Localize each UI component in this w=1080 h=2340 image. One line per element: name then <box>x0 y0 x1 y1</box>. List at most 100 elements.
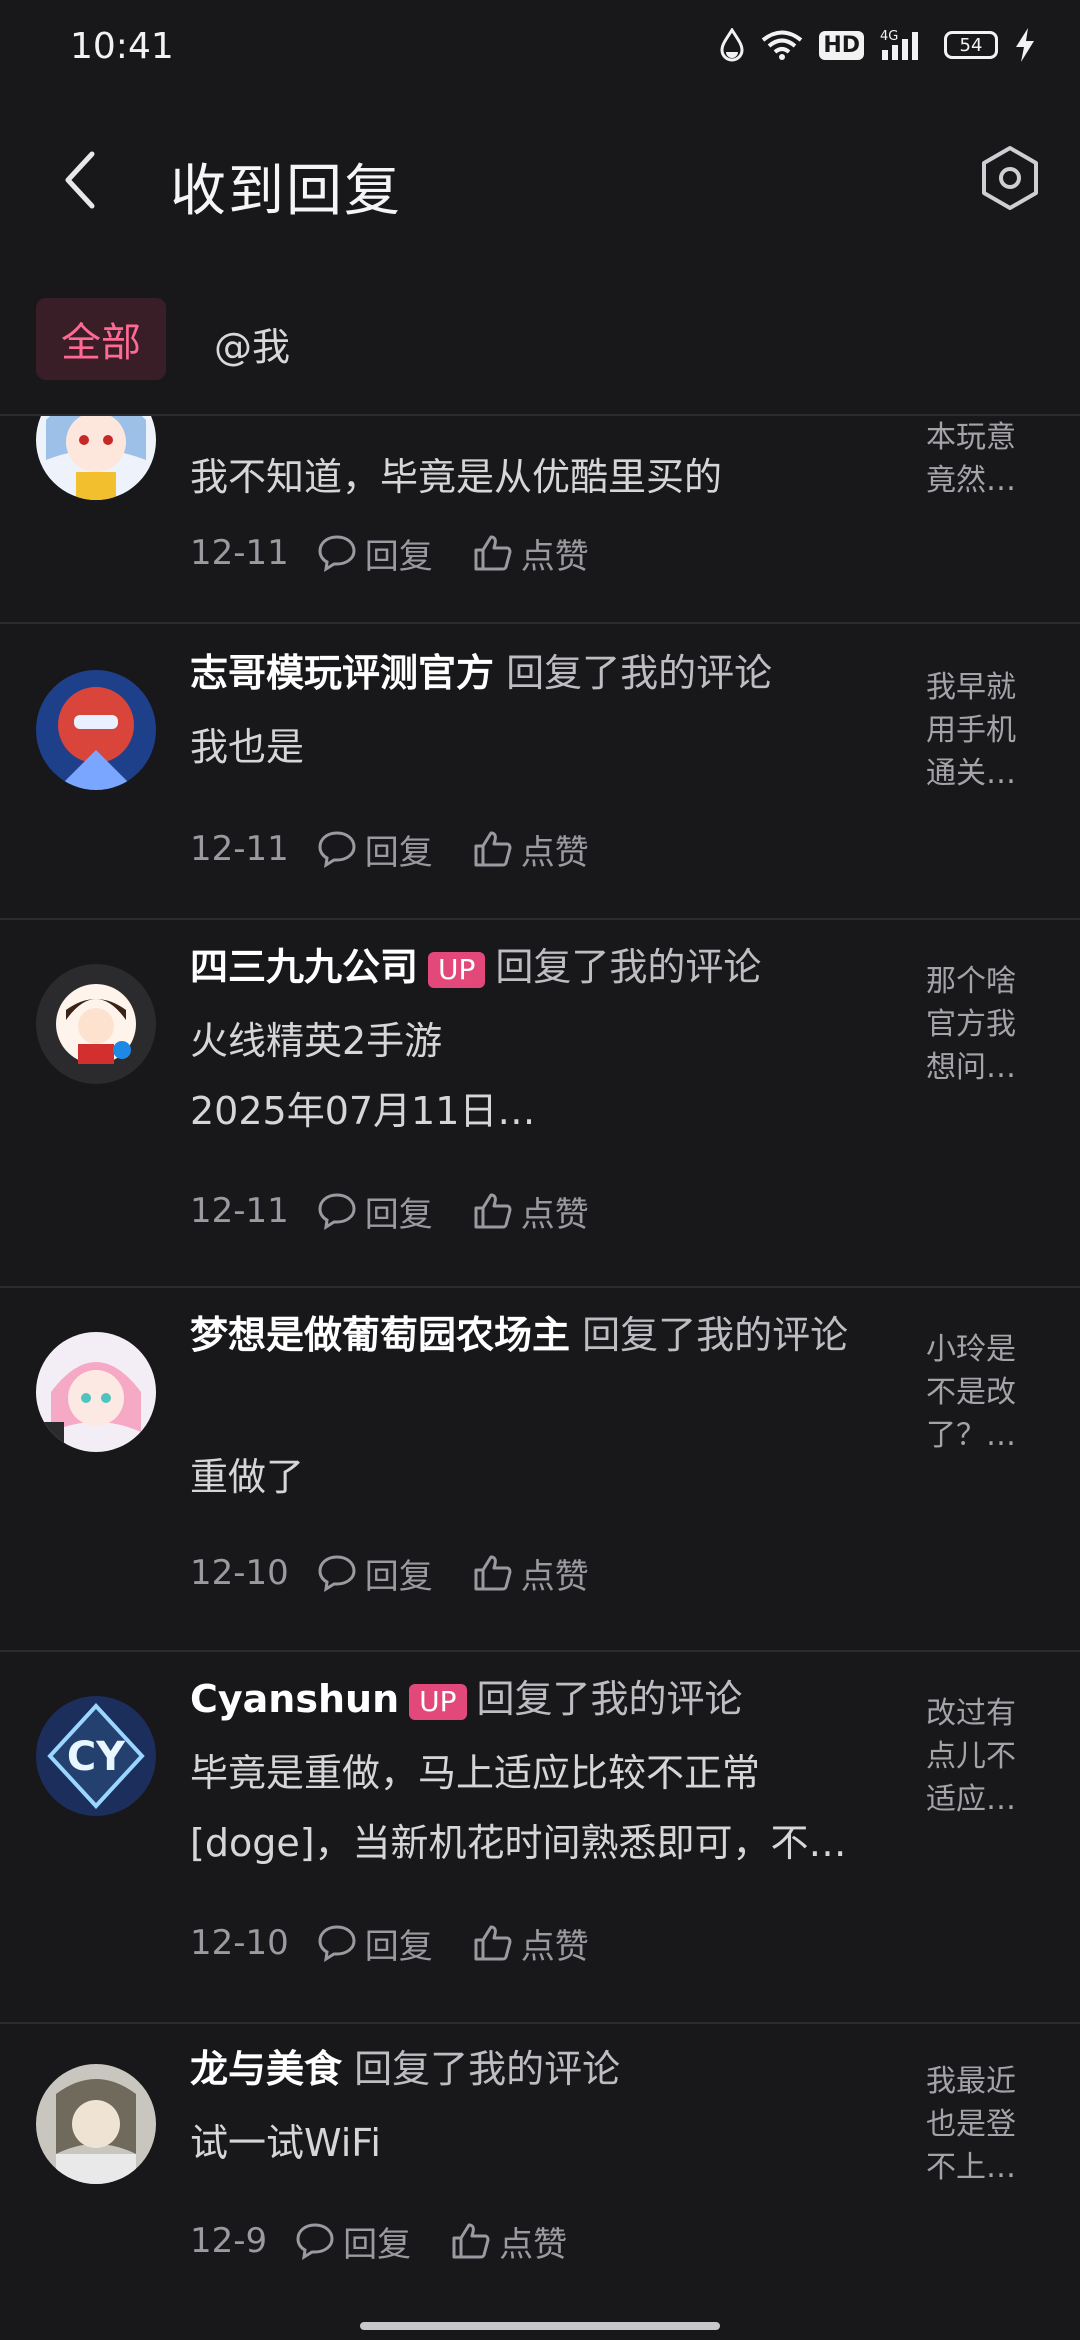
comment-bubble-icon <box>318 1925 356 1962</box>
original-comment-preview[interactable]: 我最近也是登不上… <box>926 2060 1036 2189</box>
reply-action: 回复了我的评论 <box>495 945 762 989</box>
reply-action: 回复了我的评论 <box>476 1677 743 1721</box>
user-name[interactable]: 志哥模玩评测官方 <box>190 651 494 695</box>
water-drop-icon <box>720 28 744 62</box>
like-button[interactable]: 点赞 <box>473 1919 589 1968</box>
reply-content: 我也是 <box>190 725 305 769</box>
settings-hexagon-icon[interactable] <box>974 142 1046 214</box>
avatar[interactable] <box>36 670 156 790</box>
reply-meta: 12-11 回复 点赞 <box>190 824 629 874</box>
reply-label: 回复 <box>364 832 433 873</box>
reply-meta: 12-9 回复 点赞 <box>190 2216 607 2266</box>
original-comment-preview[interactable]: 我早就用手机通关… <box>926 666 1036 795</box>
reply-label: 回复 <box>343 2224 412 2265</box>
original-comment-preview[interactable]: 改过有点儿不适应… <box>926 1692 1036 1821</box>
reply-label: 回复 <box>364 536 433 577</box>
list-item[interactable]: 龙与美食 回复了我的评论 试一试WiFi 12-9 回复 点赞 我最近也是登不上… <box>0 2024 1080 2340</box>
reply-date: 12-9 <box>190 2221 268 2261</box>
reply-button[interactable]: 回复 <box>317 529 433 578</box>
status-time: 10:41 <box>70 26 174 67</box>
back-arrow-icon[interactable] <box>58 148 106 212</box>
reply-button[interactable]: 回复 <box>317 1919 433 1968</box>
list-item[interactable]: 志哥模玩评测官方 回复了我的评论 我也是 12-11 回复 点赞 我早就用手机通… <box>0 624 1080 918</box>
cellular-signal-icon: 4G <box>880 29 918 60</box>
reply-meta: 12-11 回复 点赞 <box>190 1186 629 1236</box>
thumbs-up-icon <box>474 535 512 571</box>
like-button[interactable]: 点赞 <box>473 1549 589 1598</box>
reply-meta: 12-10 回复 点赞 <box>190 1548 629 1598</box>
avatar[interactable] <box>36 2064 156 2184</box>
user-name[interactable]: Cyanshun <box>190 1677 399 1721</box>
comment-bubble-icon <box>296 2223 334 2260</box>
like-label: 点赞 <box>520 536 589 577</box>
reply-content: 毕竟是重做，马上适应比较不正常 <box>190 1751 761 1795</box>
hd-icon: HD <box>819 30 864 60</box>
reply-content: 我不知道，毕竟是从优酷里买的 <box>190 455 723 499</box>
page-title: 收到回复 <box>170 159 402 224</box>
reply-header: 志哥模玩评测官方 回复了我的评论 <box>190 638 870 708</box>
like-label: 点赞 <box>520 1926 589 1967</box>
svg-text:CY: CY <box>67 1734 126 1780</box>
user-name[interactable]: 龙与美食 <box>190 2047 342 2091</box>
like-button[interactable]: 点赞 <box>473 1187 589 1236</box>
reply-date: 12-11 <box>190 533 289 573</box>
user-name[interactable]: 梦想是做葡萄园农场主 <box>190 1313 570 1357</box>
top-app-bar: 收到回复 <box>0 120 1080 240</box>
list-item[interactable]: 四三九九公司 UP 回复了我的评论 火线精英2手游 2025年07月11日… 12-… <box>0 920 1080 1286</box>
reply-button[interactable]: 回复 <box>295 2217 411 2266</box>
list-item[interactable]: CY Cyanshun UP 回复了我的评论 毕竟是重做，马上适应比较不正常 [do… <box>0 1652 1080 2022</box>
comment-bubble-icon <box>318 1555 356 1592</box>
home-indicator[interactable] <box>360 2322 720 2330</box>
reply-content: 火线精英2手游 <box>190 1019 443 1063</box>
reply-content-line-2: 2025年07月11日… <box>190 1089 536 1133</box>
reply-date: 12-10 <box>190 1553 289 1593</box>
reply-date: 12-10 <box>190 1923 289 1963</box>
avatar[interactable] <box>36 1332 156 1452</box>
avatar[interactable]: CY <box>36 1696 156 1816</box>
reply-meta: 12-10 回复 点赞 <box>190 1918 629 1968</box>
reply-action: 回复了我的评论 <box>506 651 773 695</box>
reply-label: 回复 <box>364 1926 433 1967</box>
like-button[interactable]: 点赞 <box>473 825 589 874</box>
thumbs-up-icon <box>474 1193 512 1229</box>
tab-all[interactable]: 全部 <box>36 298 166 380</box>
like-label: 点赞 <box>499 2224 568 2265</box>
tab-mentions[interactable]: @我 <box>214 316 290 371</box>
original-comment-preview[interactable]: 那个啥官方我想问… <box>926 960 1036 1089</box>
reply-button[interactable]: 回复 <box>317 1187 433 1236</box>
reply-button[interactable]: 回复 <box>317 1549 433 1598</box>
thumbs-up-icon <box>474 1925 512 1961</box>
battery-icon: 54 <box>944 31 998 59</box>
like-label: 点赞 <box>520 832 589 873</box>
reply-date: 12-11 <box>190 829 289 869</box>
thumbs-up-icon <box>452 2223 490 2259</box>
like-button[interactable]: 点赞 <box>451 2217 567 2266</box>
like-button[interactable]: 点赞 <box>473 529 589 578</box>
original-comment-preview[interactable]: 小玲是不是改了？… <box>926 1328 1036 1457</box>
comment-bubble-icon <box>318 1193 356 1230</box>
reply-meta: 12-11 回复 点赞 <box>190 528 629 578</box>
reply-date: 12-11 <box>190 1191 289 1231</box>
reply-list: 我不知道，毕竟是从优酷里买的 12-11 回复 点赞 本玩意竟然… 志哥模玩评测… <box>0 416 1080 2340</box>
list-item[interactable]: 我不知道，毕竟是从优酷里买的 12-11 回复 点赞 本玩意竟然… <box>0 416 1080 622</box>
reply-label: 回复 <box>364 1556 433 1597</box>
reply-header: 梦想是做葡萄园农场主 回复了我的评论 <box>190 1300 870 1370</box>
thumbs-up-icon <box>474 831 512 867</box>
status-bar: 10:41 HD 4G 54 <box>0 0 1080 96</box>
comment-bubble-icon <box>318 831 356 868</box>
reply-header: 龙与美食 回复了我的评论 <box>190 2034 870 2104</box>
status-icons: HD 4G 54 <box>719 28 1036 62</box>
list-item[interactable]: 梦想是做葡萄园农场主 回复了我的评论 重做了 12-10 回复 点赞 小玲是不是… <box>0 1288 1080 1650</box>
reply-button[interactable]: 回复 <box>317 825 433 874</box>
user-name[interactable]: 四三九九公司 <box>190 945 418 989</box>
thumbs-up-icon <box>474 1555 512 1591</box>
avatar[interactable] <box>36 416 156 500</box>
svg-text:4G: 4G <box>880 29 898 44</box>
like-label: 点赞 <box>520 1194 589 1235</box>
reply-action: 回复了我的评论 <box>582 1313 849 1357</box>
original-comment-preview[interactable]: 本玩意竟然… <box>926 416 1036 502</box>
up-badge: UP <box>428 951 486 988</box>
battery-level: 54 <box>959 34 983 56</box>
avatar[interactable] <box>36 964 156 1084</box>
reply-content: 试一试WiFi <box>190 2121 381 2165</box>
